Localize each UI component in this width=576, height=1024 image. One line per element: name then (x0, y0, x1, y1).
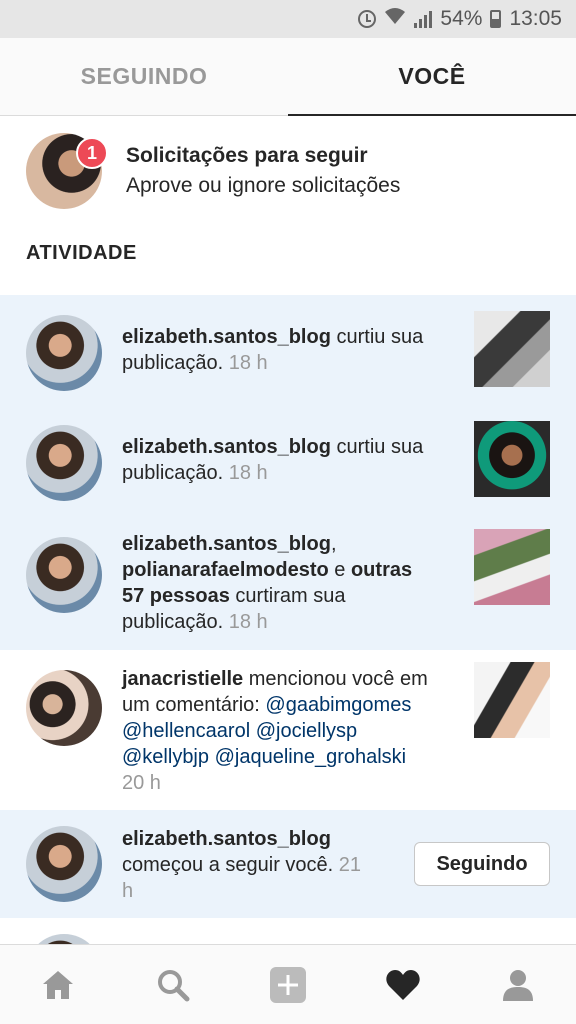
username[interactable]: elizabeth.santos_blog (122, 828, 331, 850)
clock: 13:05 (509, 7, 562, 30)
battery-percent: 54% (440, 7, 483, 30)
mention-link[interactable]: @gaabimgomes (265, 694, 411, 716)
search-icon[interactable] (143, 955, 203, 1015)
avatar[interactable] (26, 537, 102, 613)
request-count-badge: 1 (76, 137, 108, 169)
others-link[interactable]: 57 pessoas (122, 585, 230, 607)
activity-text: curtiu sua (330, 436, 424, 458)
mention-link[interactable]: @kellybjp (122, 746, 209, 768)
avatar: 1 (26, 133, 108, 209)
activity-text: publicação. (122, 352, 224, 374)
activity-text: publicação. (122, 611, 224, 633)
separator: , (330, 533, 337, 555)
activity-tabs: SEGUINDO VOCÊ (0, 38, 576, 116)
timestamp: 18 h (228, 352, 268, 374)
battery-icon (490, 10, 502, 28)
avatar[interactable] (26, 670, 102, 746)
list-item[interactable]: elizabeth.santos_blog curtiu sua publica… (0, 295, 576, 405)
activity-text: um comentário: (122, 694, 266, 716)
activity-text: mencionou você em (243, 668, 428, 690)
list-item[interactable]: elizabeth.santos_blog começou a seguir v… (0, 810, 576, 918)
activity-text: curtiram sua (229, 585, 346, 607)
activity-feed: elizabeth.santos_blog curtiu sua publica… (0, 295, 576, 978)
wifi-icon (384, 7, 406, 31)
tab-following[interactable]: SEGUINDO (0, 38, 288, 115)
avatar[interactable] (26, 315, 102, 391)
bottom-nav (0, 944, 576, 1024)
username[interactable]: polianarafaelmodesto (122, 559, 329, 581)
activity-text: publicação. (122, 462, 224, 484)
mention-link[interactable]: @jociellysp (256, 720, 357, 742)
post-thumbnail[interactable] (474, 311, 550, 387)
username[interactable]: elizabeth.santos_blog (122, 436, 331, 458)
list-item[interactable]: elizabeth.santos_blog curtiu sua publica… (0, 405, 576, 515)
avatar[interactable] (26, 425, 102, 501)
post-thumbnail[interactable] (474, 421, 550, 497)
signal-icon (414, 10, 433, 28)
post-thumbnail[interactable] (474, 662, 550, 738)
activity-text: começou a seguir você. (122, 854, 334, 876)
add-icon[interactable] (258, 955, 318, 1015)
follow-requests-title: Solicitações para seguir (126, 144, 368, 167)
following-button[interactable]: Seguindo (414, 842, 550, 886)
timestamp: h (122, 880, 134, 902)
mention-link[interactable]: @hellencaarol (122, 720, 250, 742)
follow-requests-subtitle: Aprove ou ignore solicitações (126, 174, 401, 197)
username[interactable]: elizabeth.santos_blog (122, 326, 331, 348)
home-icon[interactable] (28, 955, 88, 1015)
others-link[interactable]: outras (351, 559, 412, 581)
post-thumbnail[interactable] (474, 529, 550, 605)
heart-icon[interactable] (373, 955, 433, 1015)
username[interactable]: elizabeth.santos_blog (122, 533, 331, 555)
section-title: ATIVIDADE (26, 242, 137, 264)
follow-requests[interactable]: 1 Solicitações para seguir Aprove ou ign… (0, 116, 576, 226)
timestamp: 18 h (228, 462, 268, 484)
list-item[interactable]: elizabeth.santos_blog, polianarafaelmode… (0, 515, 576, 650)
profile-icon[interactable] (488, 955, 548, 1015)
list-item[interactable]: janacristielle mencionou você em um come… (0, 650, 576, 810)
timestamp: 18 h (228, 611, 268, 633)
status-bar: 54% 13:05 (0, 0, 576, 38)
connector-text: e (328, 559, 351, 581)
tab-you[interactable]: VOCÊ (288, 38, 576, 116)
activity-text: curtiu sua (330, 326, 424, 348)
mention-link[interactable]: @jaqueline_grohalski (215, 746, 407, 768)
avatar[interactable] (26, 826, 102, 902)
timestamp: 21 (338, 854, 362, 876)
timestamp: 20 h (122, 772, 161, 794)
alarm-icon (358, 10, 377, 28)
username[interactable]: janacristielle (122, 668, 243, 690)
